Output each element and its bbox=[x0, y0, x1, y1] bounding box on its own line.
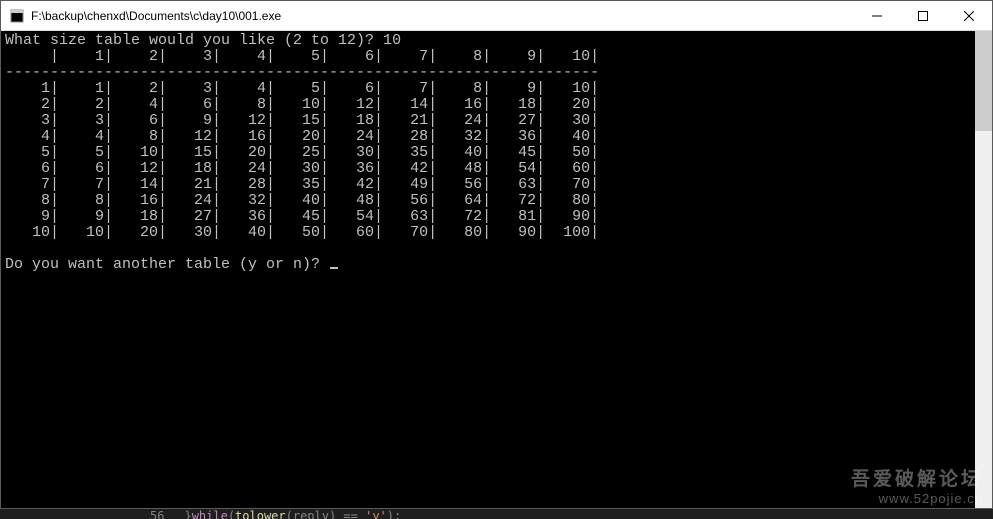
close-button[interactable] bbox=[946, 1, 992, 30]
line-number: 56 bbox=[150, 509, 164, 519]
console-output[interactable]: What size table would you like (2 to 12)… bbox=[1, 31, 975, 508]
scrollbar-thumb[interactable] bbox=[975, 31, 992, 131]
client-area: What size table would you like (2 to 12)… bbox=[1, 31, 992, 508]
prompt-another: Do you want another table (y or n)? bbox=[5, 256, 329, 273]
text-cursor bbox=[330, 267, 338, 269]
console-app-icon bbox=[9, 8, 25, 24]
editor-peek: 56 }while(tolower(reply) == 'y'); bbox=[0, 509, 993, 519]
maximize-button[interactable] bbox=[900, 1, 946, 30]
titlebar[interactable]: F:\backup\chenxd\Documents\c\day10\001.e… bbox=[1, 1, 992, 31]
window-controls bbox=[854, 1, 992, 30]
minimize-button[interactable] bbox=[854, 1, 900, 30]
code-fragment: }while(tolower(reply) == 'y'); bbox=[184, 509, 401, 519]
window-title: F:\backup\chenxd\Documents\c\day10\001.e… bbox=[31, 9, 854, 23]
vertical-scrollbar[interactable] bbox=[975, 31, 992, 508]
app-window: F:\backup\chenxd\Documents\c\day10\001.e… bbox=[0, 0, 993, 509]
